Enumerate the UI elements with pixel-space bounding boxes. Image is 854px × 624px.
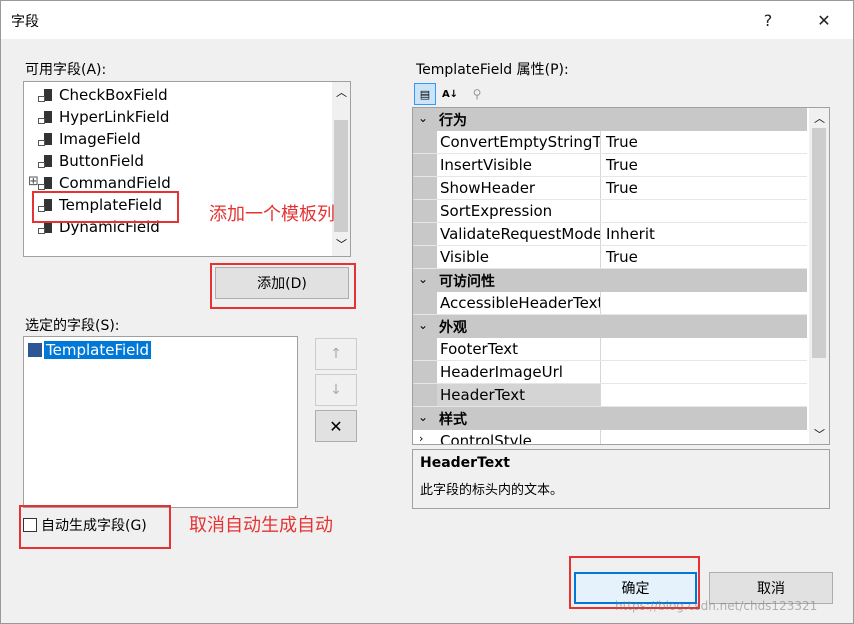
command-field-icon xyxy=(38,176,52,190)
description-text: 此字段的标头内的文本。 xyxy=(420,483,564,498)
scroll-down-icon[interactable]: ﹀ xyxy=(336,236,347,252)
available-fields-label: 可用字段(A): xyxy=(25,62,107,78)
tree-item-hyperlinkfield[interactable]: HyperLinkField xyxy=(38,106,169,128)
selected-field-item[interactable]: TemplateField xyxy=(28,341,152,359)
scroll-up-icon[interactable]: ︿ xyxy=(336,84,347,100)
tree-item-buttonfield[interactable]: ButtonField xyxy=(38,150,144,172)
watermark: https://blog.csdn.net/chds123321 xyxy=(615,599,818,613)
categorized-view-icon[interactable]: ▤ xyxy=(414,83,436,105)
available-fields-scrollbar[interactable]: ︿ ﹀ xyxy=(332,82,350,256)
button-field-icon xyxy=(38,154,52,168)
collapse-icon[interactable]: ⌄ xyxy=(418,318,428,332)
collapse-icon[interactable]: ⌄ xyxy=(418,410,428,424)
close-button[interactable]: ✕ xyxy=(809,5,839,35)
annotation-cancel-auto: 取消自动生成自动 xyxy=(189,515,333,536)
properties-label: TemplateField 属性(P): xyxy=(416,62,569,78)
property-row[interactable]: ValidateRequestMode Inherit xyxy=(413,223,807,246)
category-appearance[interactable]: ⌄ 外观 xyxy=(413,315,807,338)
collapse-icon[interactable]: ⌄ xyxy=(418,111,428,125)
property-grid-scrollbar[interactable]: ︿ ﹀ xyxy=(809,108,829,444)
property-row[interactable]: HeaderImageUrl xyxy=(413,361,807,384)
available-fields-tree[interactable]: CheckBoxField HyperLinkField ImageField … xyxy=(23,81,351,257)
highlight-box-templatefield xyxy=(32,191,179,223)
property-pages-icon[interactable]: ⚲ xyxy=(467,84,487,104)
property-row[interactable]: ConvertEmptyStringTo True xyxy=(413,131,807,154)
category-accessibility[interactable]: ⌄ 可访问性 xyxy=(413,269,807,292)
scroll-thumb[interactable] xyxy=(334,120,348,232)
alphabetical-sort-icon[interactable]: A↓ xyxy=(439,83,461,105)
title-bar: 字段 ? ✕ xyxy=(1,1,853,39)
category-behavior[interactable]: ⌄ 行为 xyxy=(413,108,807,131)
annotation-add-template: 添加一个模板列 xyxy=(209,204,335,225)
template-field-icon xyxy=(28,343,42,357)
fields-dialog: 字段 ? ✕ 可用字段(A): CheckBoxField HyperLinkF… xyxy=(0,0,854,624)
tree-item-checkboxfield[interactable]: CheckBoxField xyxy=(38,84,168,106)
property-row[interactable]: Visible True xyxy=(413,246,807,269)
property-row[interactable]: ControlStyle xyxy=(413,430,807,444)
move-up-button[interactable]: ↑ xyxy=(315,338,357,370)
delete-button[interactable]: ✕ xyxy=(315,410,357,442)
highlight-box-add xyxy=(210,263,356,309)
property-row[interactable]: InsertVisible True xyxy=(413,154,807,177)
move-down-button[interactable]: ↓ xyxy=(315,374,357,406)
property-row[interactable]: ShowHeader True xyxy=(413,177,807,200)
property-description: HeaderText 此字段的标头内的文本。 xyxy=(412,449,830,509)
category-style[interactable]: ⌄ 样式 xyxy=(413,407,807,430)
hyperlink-field-icon xyxy=(38,110,52,124)
selected-fields-label: 选定的字段(S): xyxy=(25,318,120,334)
property-row[interactable]: AccessibleHeaderText xyxy=(413,292,807,315)
scroll-thumb[interactable] xyxy=(812,128,826,358)
description-title: HeaderText xyxy=(420,455,510,471)
collapse-icon[interactable]: ⌄ xyxy=(418,272,428,286)
highlight-box-auto-generate xyxy=(19,505,171,549)
checkbox-field-icon xyxy=(38,88,52,102)
window-title: 字段 xyxy=(11,14,39,30)
scroll-down-icon[interactable]: ﹀ xyxy=(814,426,825,442)
image-field-icon xyxy=(38,132,52,146)
property-grid[interactable]: ⌄ 行为 ConvertEmptyStringTo True InsertVis… xyxy=(412,107,830,445)
property-row[interactable]: FooterText xyxy=(413,338,807,361)
tree-item-imagefield[interactable]: ImageField xyxy=(38,128,141,150)
scroll-up-icon[interactable]: ︿ xyxy=(814,110,825,126)
selected-fields-list[interactable]: TemplateField xyxy=(23,336,298,508)
help-button[interactable]: ? xyxy=(753,5,783,35)
property-row[interactable]: SortExpression xyxy=(413,200,807,223)
property-row-selected[interactable]: HeaderText xyxy=(413,384,807,407)
